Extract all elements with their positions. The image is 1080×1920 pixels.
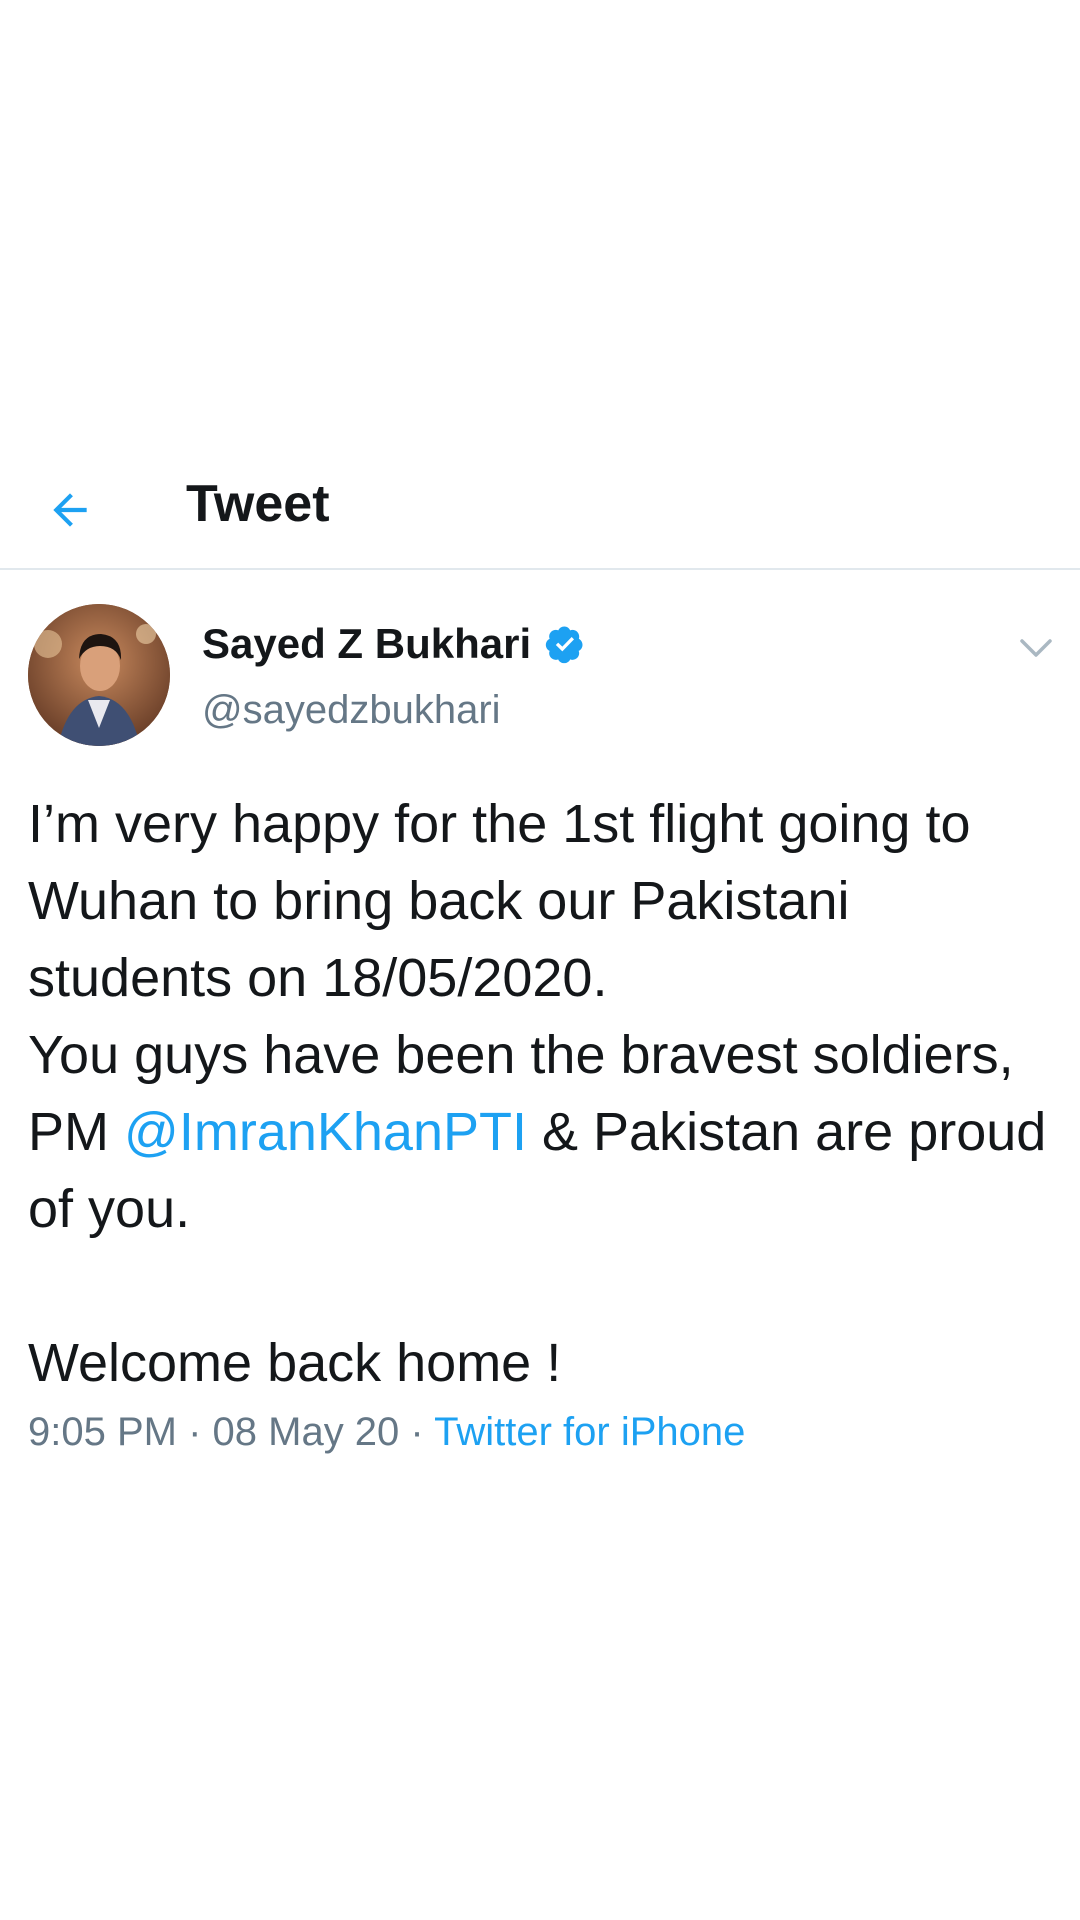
verified-badge-icon	[545, 626, 583, 664]
tweet-meta: 9:05 PM · 08 May 20 · Twitter for iPhone	[28, 1410, 745, 1455]
tweet-text: I’m very happy for the 1st flight going …	[28, 786, 1058, 1402]
tweet-date: 08 May 20	[212, 1410, 400, 1454]
tweet-line-1: I’m very happy for the 1st flight going …	[28, 794, 986, 1008]
tweet-source-link[interactable]: Twitter for iPhone	[434, 1410, 745, 1454]
author-name[interactable]: Sayed Z Bukhari	[202, 620, 531, 668]
back-button[interactable]	[30, 470, 110, 550]
author-handle[interactable]: @sayedzbukhari	[202, 688, 501, 733]
avatar[interactable]	[28, 604, 170, 746]
meta-separator: ·	[176, 1410, 213, 1454]
chevron-down-icon	[1020, 639, 1052, 657]
top-bar: Tweet	[0, 440, 1080, 570]
more-options-button[interactable]	[1012, 628, 1060, 668]
author-name-row[interactable]: Sayed Z Bukhari	[202, 620, 585, 668]
avatar-photo	[28, 604, 170, 746]
tweet-line-2: You guys have been the bravest soldiers,…	[28, 1017, 1058, 1248]
page-title: Tweet	[186, 475, 330, 533]
back-arrow-icon	[53, 493, 87, 527]
tweet-line-3: Welcome back home !	[28, 1333, 562, 1393]
mention-link[interactable]: @ImranKhanPTI	[124, 1102, 527, 1162]
tweet-spacer	[28, 1248, 1058, 1325]
tweet-time: 9:05 PM	[28, 1410, 177, 1454]
meta-separator: ·	[399, 1410, 435, 1454]
